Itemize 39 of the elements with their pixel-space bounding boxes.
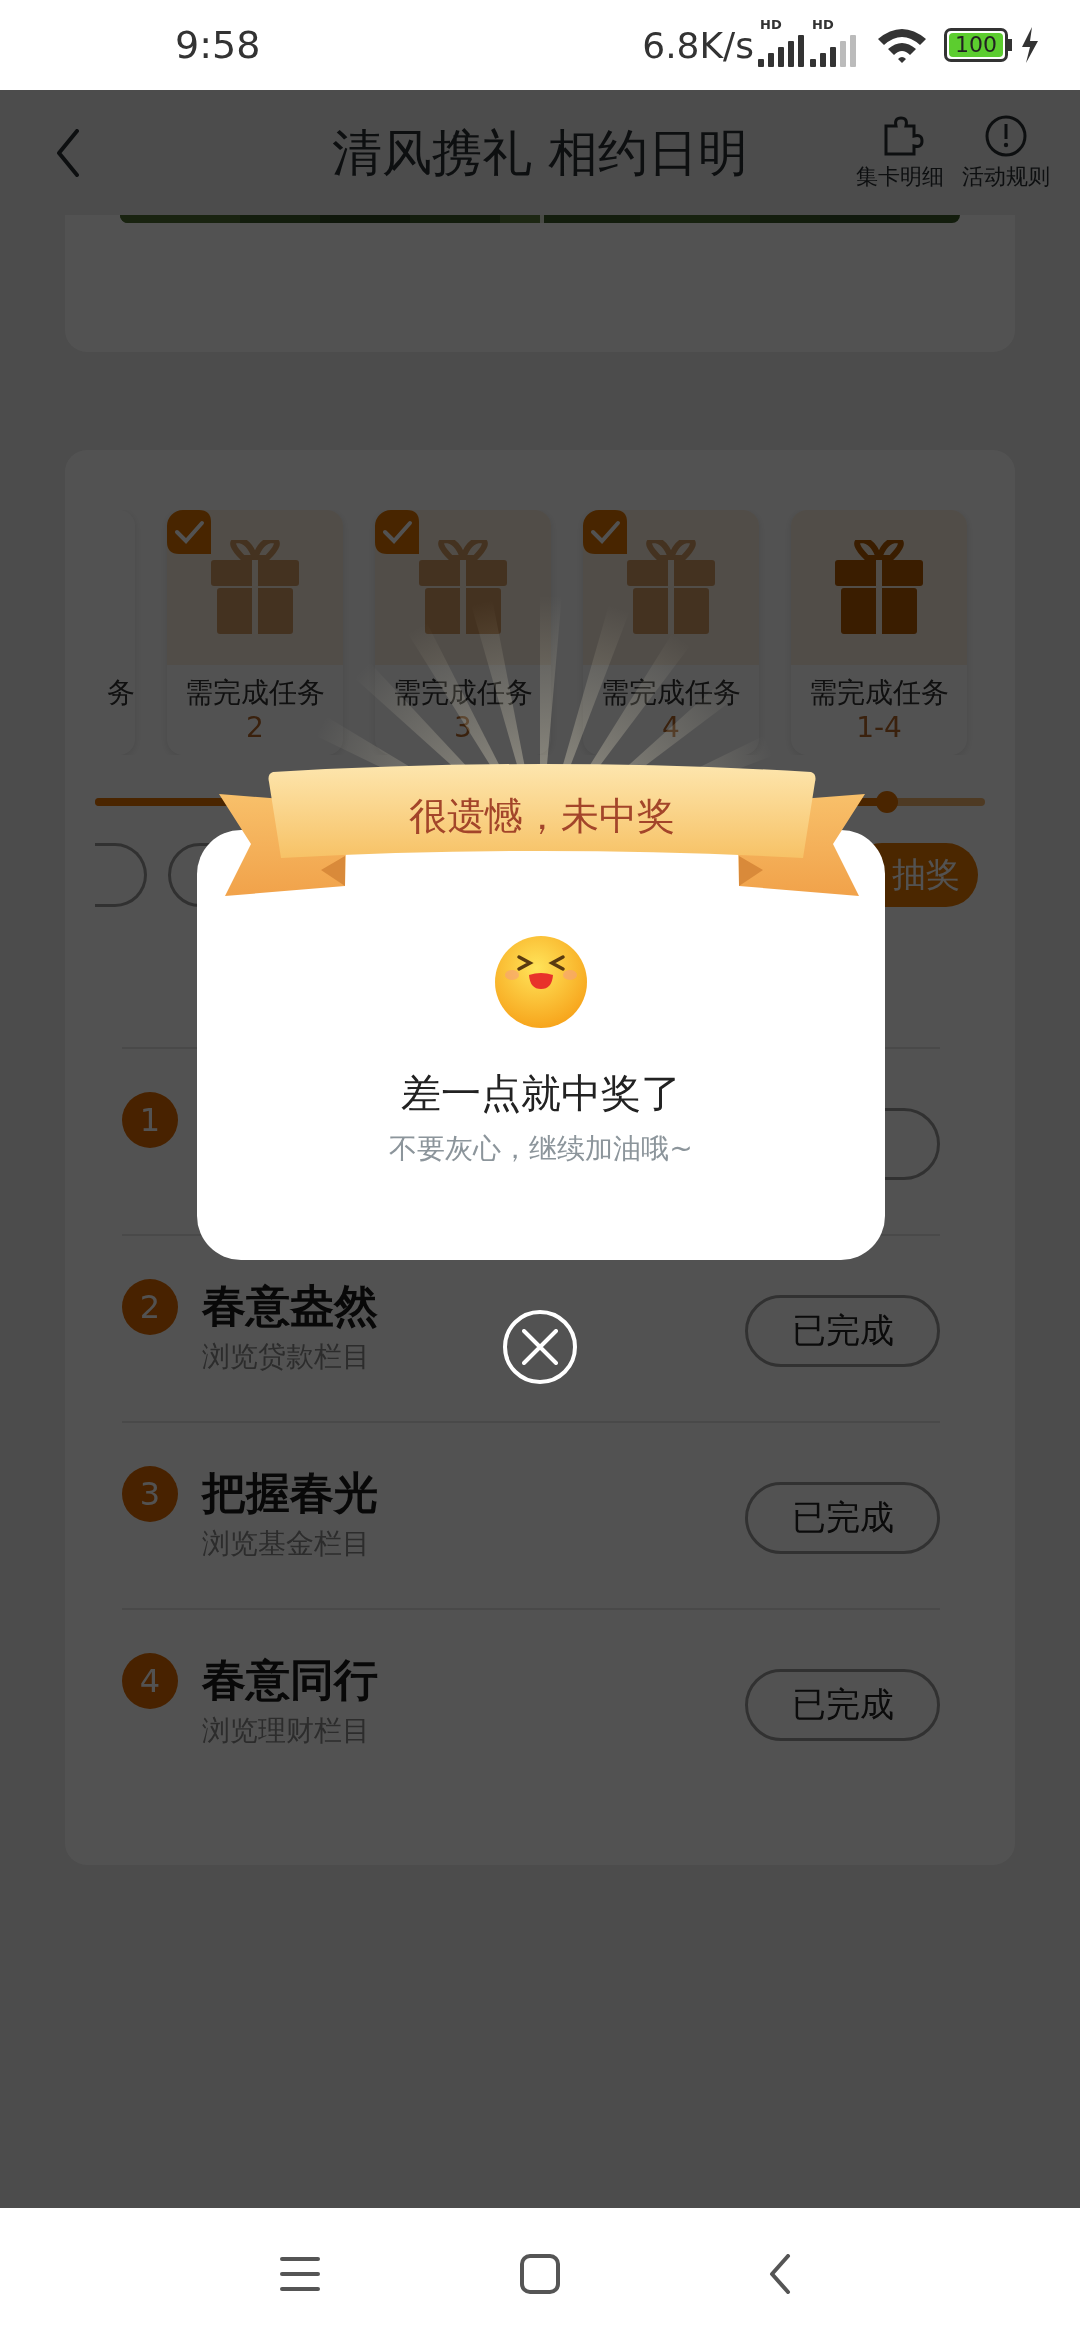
task-number-badge: 1 [122, 1092, 178, 1148]
reward-requirement: 需完成任务 [809, 675, 949, 711]
page-title: 清风携礼 相约日明 [332, 124, 748, 182]
close-icon [522, 1329, 558, 1365]
signal-icon [810, 33, 858, 67]
reward-requirement: 需完成任务 [601, 675, 741, 711]
reward-requirement: 需完成任务 [185, 675, 325, 711]
task-number: 4 [662, 711, 680, 745]
home-icon[interactable] [520, 2254, 560, 2294]
task-number: 1-4 [856, 711, 902, 745]
dialog-message: 不要灰心，继续加油哦~ [389, 1131, 693, 1167]
dialog-title: 差一点就中奖了 [401, 1069, 681, 1118]
signal-icon [758, 33, 806, 67]
back-icon[interactable] [768, 2254, 792, 2294]
network-type: HD [812, 17, 834, 32]
task-status-button[interactable]: 已完成 [745, 1295, 940, 1367]
task-number-badge: 2 [122, 1279, 178, 1335]
clock-time: 9:58 [175, 23, 261, 67]
task-title: 春意同行 [202, 1653, 378, 1707]
close-button[interactable] [503, 1310, 577, 1384]
task-title: 把握春光 [202, 1466, 378, 1520]
task-status-button[interactable]: 已完成 [745, 1482, 940, 1554]
network-type: HD [760, 17, 782, 32]
network-speed: 6.8K/s [642, 24, 754, 66]
result-heading: 很遗憾，未中奖 [409, 793, 675, 840]
task-number: 2 [246, 711, 264, 745]
header-action[interactable]: 集卡明细 [856, 113, 944, 192]
task-number-badge: 3 [122, 1466, 178, 1522]
battery-level: 100 [949, 33, 1003, 57]
laughing-face-icon [494, 935, 588, 1029]
reward-requirement: 务 [107, 675, 135, 711]
task-title: 春意盎然 [202, 1279, 378, 1333]
charging-icon [1020, 27, 1040, 63]
task-status-button[interactable]: 已完成 [745, 1669, 940, 1741]
task-number: 3 [454, 711, 472, 745]
task-number-badge: 4 [122, 1653, 178, 1709]
menu-icon[interactable] [280, 2255, 320, 2293]
reward-requirement: 需完成任务 [393, 675, 533, 711]
header-action[interactable]: 活动规则 [962, 113, 1050, 192]
